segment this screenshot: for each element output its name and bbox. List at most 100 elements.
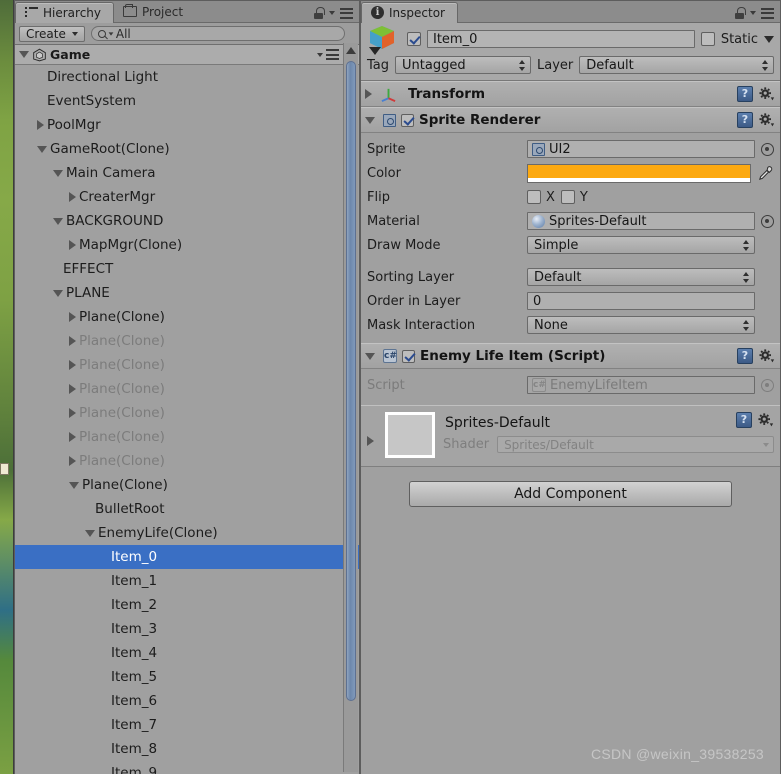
tree-row[interactable]: BulletRoot <box>15 497 359 521</box>
tree-row[interactable]: EFFECT <box>15 257 359 281</box>
tree-row[interactable]: BACKGROUND <box>15 209 359 233</box>
static-dropdown-icon[interactable] <box>764 35 774 43</box>
tree-row[interactable]: Plane(Clone) <box>15 449 359 473</box>
chevron-right-icon[interactable] <box>69 456 76 466</box>
add-component-button[interactable]: Add Component <box>409 481 732 507</box>
tree-row[interactable]: Main Camera <box>15 161 359 185</box>
lock-icon[interactable] <box>734 7 746 19</box>
chevron-right-icon[interactable] <box>69 336 76 346</box>
component-header-sprite-renderer[interactable]: Sprite Renderer ? <box>361 107 780 133</box>
chevron-down-icon[interactable] <box>365 116 375 124</box>
chevron-down-icon[interactable] <box>108 31 114 36</box>
mask-interaction-dropdown[interactable]: None <box>527 316 755 334</box>
scroll-up-arrow-icon[interactable] <box>346 47 356 54</box>
gameobject-name-field[interactable]: Item_0 <box>427 30 695 48</box>
tree-row[interactable]: Plane(Clone) <box>15 305 359 329</box>
tree-row[interactable]: CreaterMgr <box>15 185 359 209</box>
sprite-renderer-enable-checkbox[interactable] <box>401 113 414 127</box>
tree-row[interactable]: PoolMgr <box>15 113 359 137</box>
help-icon[interactable]: ? <box>737 348 753 364</box>
gear-icon[interactable] <box>758 112 775 128</box>
tree-row[interactable]: Plane(Clone) <box>15 473 359 497</box>
chevron-right-icon[interactable] <box>69 408 76 418</box>
tree-row[interactable]: Item_3 <box>15 617 359 641</box>
chevron-right-icon[interactable] <box>69 432 76 442</box>
tree-row[interactable]: Item_1 <box>15 569 359 593</box>
chevron-down-icon[interactable] <box>69 481 79 489</box>
tree-row[interactable]: MapMgr(Clone) <box>15 233 359 257</box>
chevron-right-icon[interactable] <box>367 436 374 446</box>
color-swatch[interactable] <box>527 163 751 183</box>
chevron-down-icon[interactable] <box>53 289 63 297</box>
search-input[interactable]: All <box>90 26 345 41</box>
sprite-object-picker-icon[interactable] <box>761 142 774 156</box>
scene-row-menu[interactable] <box>317 49 339 60</box>
chevron-down-icon[interactable] <box>317 52 323 57</box>
help-icon[interactable]: ? <box>737 86 753 102</box>
tree-row[interactable]: Directional Light <box>15 65 359 89</box>
tab-hierarchy[interactable]: Hierarchy <box>15 2 115 23</box>
tree-row[interactable]: Item_9 <box>15 761 359 774</box>
tab-project[interactable]: Project <box>114 1 195 22</box>
order-in-layer-input[interactable]: 0 <box>527 292 755 310</box>
chevron-right-icon[interactable] <box>69 360 76 370</box>
component-header-enemy-life-item[interactable]: c# Enemy Life Item (Script) ? <box>361 343 780 369</box>
shader-dropdown[interactable]: Sprites/Default <box>497 436 774 453</box>
scene-root-row[interactable]: Game <box>15 45 359 65</box>
hierarchy-scrollbar[interactable] <box>343 43 358 772</box>
tree-row[interactable]: PLANE <box>15 281 359 305</box>
tree-row[interactable]: Item_5 <box>15 665 359 689</box>
chevron-right-icon[interactable] <box>69 312 76 322</box>
tree-row[interactable]: GameRoot(Clone) <box>15 137 359 161</box>
chevron-down-icon[interactable] <box>85 529 95 537</box>
help-icon[interactable]: ? <box>736 412 752 428</box>
tree-row[interactable]: Plane(Clone) <box>15 401 359 425</box>
enemy-life-item-enable-checkbox[interactable] <box>402 349 415 363</box>
chevron-down-icon[interactable] <box>750 11 756 15</box>
tag-dropdown[interactable]: Untagged <box>395 56 532 74</box>
tree-row[interactable]: Plane(Clone) <box>15 425 359 449</box>
create-button[interactable]: Create <box>19 25 85 42</box>
gear-icon[interactable] <box>758 86 775 102</box>
flip-y-checkbox[interactable] <box>560 190 575 204</box>
tree-row[interactable]: Plane(Clone) <box>15 329 359 353</box>
chevron-right-icon[interactable] <box>69 240 76 250</box>
material-object-picker-icon[interactable] <box>761 214 774 228</box>
scrollbar-thumb[interactable] <box>346 61 356 701</box>
hamburger-menu-icon[interactable] <box>326 49 339 60</box>
sprite-object-field[interactable]: UI2 <box>527 140 755 158</box>
layer-dropdown[interactable]: Default <box>579 56 774 74</box>
component-header-transform[interactable]: Transform ? <box>361 81 780 107</box>
tab-inspector[interactable]: i Inspector <box>361 2 458 23</box>
static-checkbox[interactable] <box>700 32 715 46</box>
gear-icon[interactable] <box>758 348 775 364</box>
tree-row-selected[interactable]: Item_0 <box>15 545 359 569</box>
chevron-down-icon[interactable] <box>53 217 63 225</box>
chevron-down-icon[interactable] <box>37 145 47 153</box>
chevron-right-icon[interactable] <box>365 89 372 99</box>
gear-icon[interactable] <box>757 412 774 428</box>
tree-row[interactable]: Item_7 <box>15 713 359 737</box>
tree-row[interactable]: Item_6 <box>15 689 359 713</box>
chevron-down-icon[interactable] <box>369 47 381 55</box>
lock-icon[interactable] <box>313 7 325 19</box>
chevron-right-icon[interactable] <box>69 384 76 394</box>
tree-row[interactable]: Item_4 <box>15 641 359 665</box>
sorting-layer-dropdown[interactable]: Default <box>527 268 755 286</box>
flip-x-checkbox[interactable] <box>527 190 541 204</box>
tree-row[interactable]: Plane(Clone) <box>15 377 359 401</box>
tree-row[interactable]: Item_2 <box>15 593 359 617</box>
chevron-down-icon[interactable] <box>19 51 29 58</box>
help-icon[interactable]: ? <box>737 112 753 128</box>
gameobject-active-checkbox[interactable] <box>407 32 421 46</box>
hamburger-menu-icon[interactable] <box>761 7 774 19</box>
tree-row[interactable]: EnemyLife(Clone) <box>15 521 359 545</box>
chevron-down-icon[interactable] <box>329 11 335 15</box>
chevron-right-icon[interactable] <box>37 120 44 130</box>
draw-mode-dropdown[interactable]: Simple <box>527 236 755 254</box>
hamburger-menu-icon[interactable] <box>340 7 353 19</box>
chevron-down-icon[interactable] <box>53 169 63 177</box>
tree-row[interactable]: EventSystem <box>15 89 359 113</box>
eyedropper-icon[interactable] <box>757 165 774 182</box>
chevron-right-icon[interactable] <box>69 192 76 202</box>
